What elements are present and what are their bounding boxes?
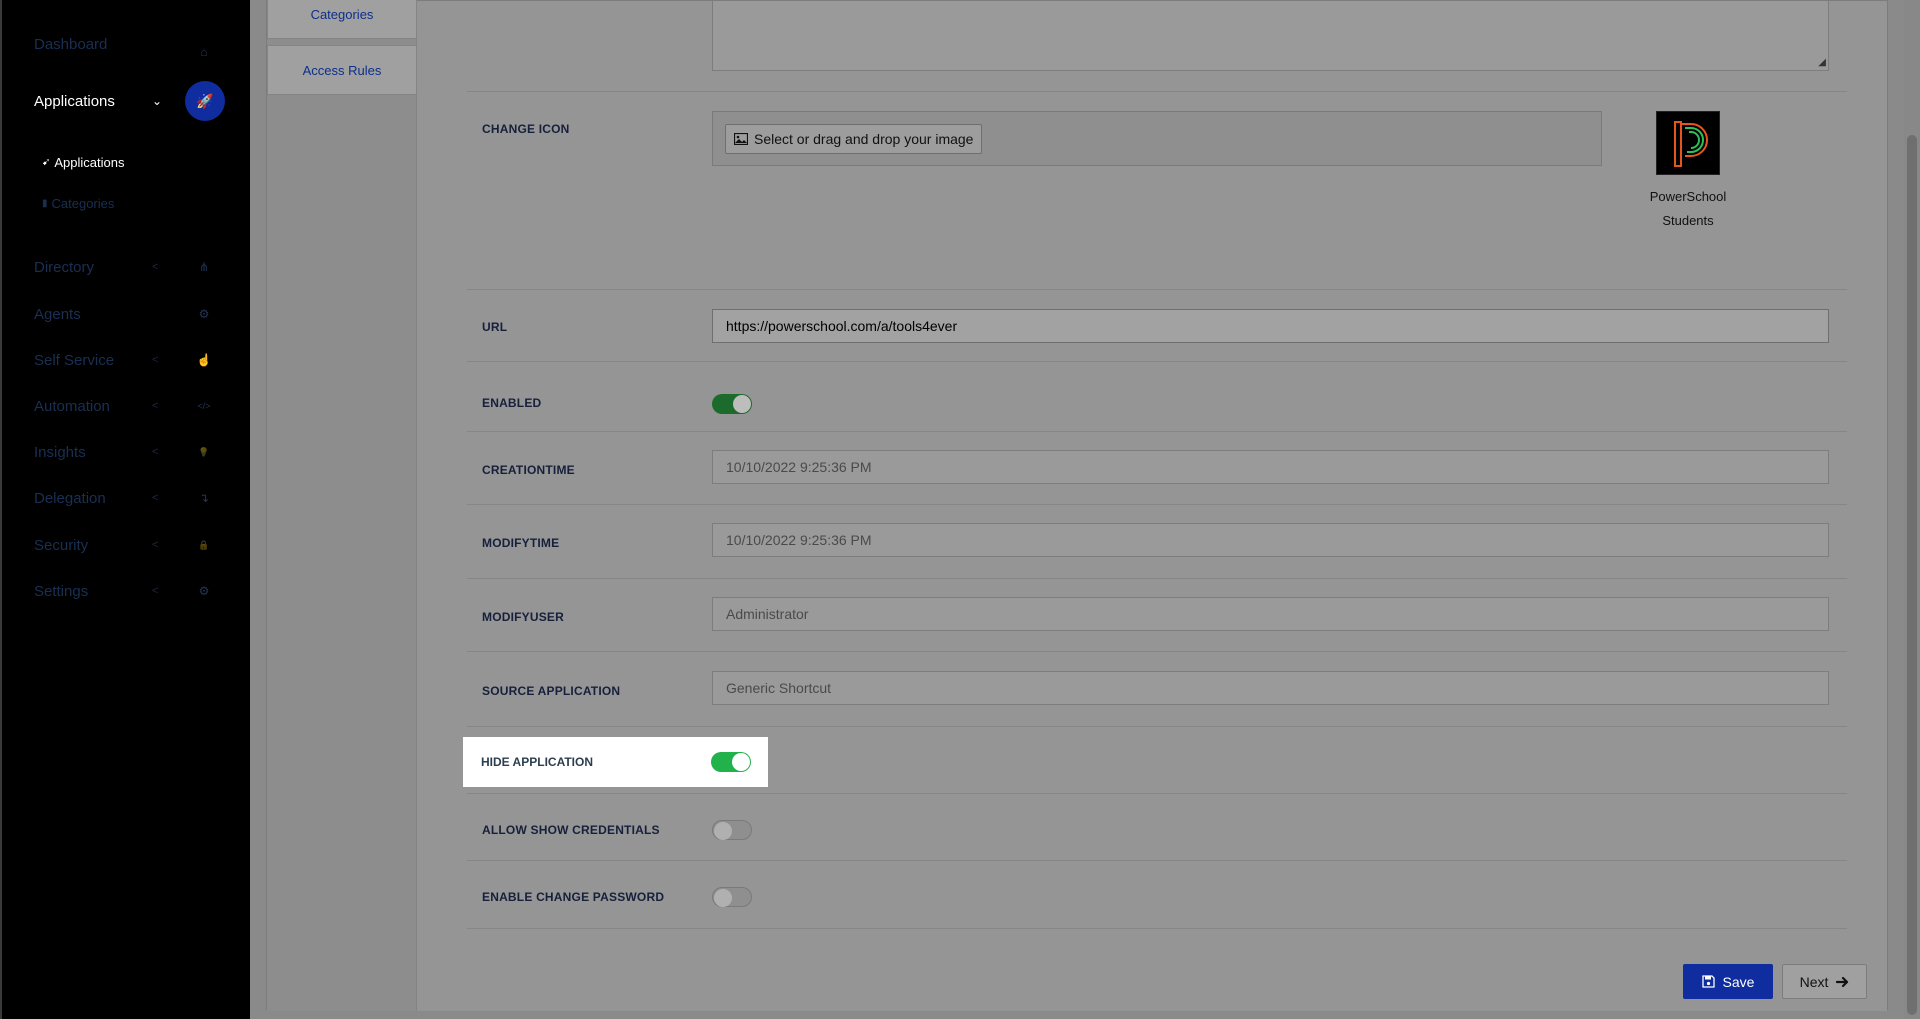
rocket-icon: 🚀 [185, 81, 225, 121]
sidebar-subitem-label: Applications [54, 155, 125, 170]
sidebar-item-settings[interactable]: Settings < ⚙ [2, 571, 252, 611]
bookmark-icon: ▮ [42, 198, 48, 209]
chevron-left-icon: < [152, 492, 159, 504]
hide-application-toggle[interactable] [711, 752, 751, 772]
rocket-icon: ➹ [42, 157, 51, 168]
sidebar-item-agents[interactable]: Agents ⚙ [2, 294, 252, 334]
app-icon-preview [1656, 111, 1720, 175]
code-icon: </> [197, 401, 211, 411]
modifytime-row: MODIFYTIME 10/10/2022 9:25:36 PM [467, 506, 1847, 579]
page-scrollbar[interactable] [1904, 0, 1920, 1019]
modifytime-field: 10/10/2022 9:25:36 PM [712, 523, 1829, 557]
url-input[interactable]: https://powerschool.com/a/tools4ever [712, 309, 1829, 343]
sidebar: Dashboard ⌂ Applications ⌄ 🚀 ➹ Applicati… [0, 0, 250, 1019]
sidebar-item-label: Directory [34, 258, 95, 276]
allow-show-credentials-toggle[interactable] [712, 820, 752, 840]
users-cog-icon: ⚙ [198, 307, 210, 321]
app-name-caption: PowerSchool Students [1649, 189, 1727, 228]
sidebar-item-security[interactable]: Security < 🔒 [2, 525, 252, 565]
tab-categories[interactable]: Categories [267, 0, 417, 39]
sidebar-item-label: Delegation [34, 489, 106, 507]
description-textarea[interactable]: ◢ [712, 1, 1829, 71]
sidebar-subitem-categories[interactable]: ▮ Categories [42, 196, 114, 211]
resize-grip-icon[interactable]: ◢ [1818, 57, 1826, 68]
modifytime-label: MODIFYTIME [482, 536, 560, 550]
level-down-icon: ↴ [198, 491, 210, 505]
hand-pointer-icon: ☝ [196, 353, 212, 367]
chevron-left-icon: < [152, 585, 159, 597]
powerschool-logo-icon [1674, 121, 1708, 167]
sidebar-item-label: Settings [34, 582, 89, 600]
icon-dropzone[interactable]: Select or drag and drop your image [712, 111, 1602, 166]
sidebar-item-label: Dashboard [34, 35, 108, 53]
form-tabs: Categories Access Rules [267, 0, 417, 1011]
change-icon-label: CHANGE ICON [482, 122, 570, 136]
url-label: URL [482, 320, 508, 334]
chevron-left-icon: < [152, 539, 159, 551]
sidebar-item-label: Automation [34, 397, 110, 415]
chevron-left-icon: < [152, 261, 159, 273]
save-button[interactable]: Save [1683, 964, 1773, 999]
sidebar-item-insights[interactable]: Insights < 💡 [2, 432, 252, 472]
enable-change-password-label: ENABLE CHANGE PASSWORD [482, 890, 665, 904]
creationtime-field: 10/10/2022 9:25:36 PM [712, 450, 1829, 484]
url-row: URL https://powerschool.com/a/tools4ever [467, 291, 1847, 362]
modifyuser-row: MODIFYUSER Administrator [467, 580, 1847, 652]
hide-application-label: HIDE APPLICATION [481, 755, 594, 769]
sidebar-item-label: Agents [34, 305, 81, 323]
source-application-row: SOURCE APPLICATION Generic Shortcut [467, 653, 1847, 727]
save-label: Save [1722, 973, 1755, 990]
chevron-left-icon: < [152, 400, 159, 412]
enable-change-password-toggle[interactable] [712, 887, 752, 907]
next-label: Next [1799, 973, 1829, 990]
select-image-label: Select or drag and drop your image [754, 131, 974, 147]
tab-access-rules[interactable]: Access Rules [267, 45, 417, 95]
form-divider [467, 91, 1847, 92]
save-icon [1701, 975, 1715, 988]
creationtime-label: CREATIONTIME [482, 463, 575, 477]
source-application-label: SOURCE APPLICATION [482, 684, 621, 698]
main-area: Categories Access Rules ◢ CHANGE ICON Se… [250, 0, 1920, 1019]
lightbulb-icon: 💡 [198, 446, 210, 457]
creationtime-row: CREATIONTIME 10/10/2022 9:25:36 PM [467, 433, 1847, 505]
next-button[interactable]: Next [1782, 964, 1867, 999]
chevron-left-icon: < [152, 446, 159, 458]
form-content: ◢ CHANGE ICON Select or drag and drop yo… [417, 1, 1887, 1011]
arrow-right-icon [1836, 976, 1849, 987]
sidebar-item-delegation[interactable]: Delegation < ↴ [2, 478, 252, 518]
chevron-down-icon: ⌄ [152, 94, 163, 108]
modifyuser-label: MODIFYUSER [482, 610, 565, 624]
image-icon [734, 133, 748, 145]
sidebar-item-automation[interactable]: Automation < </> [2, 386, 252, 426]
change-icon-row: CHANGE ICON Select or drag and drop your… [467, 111, 1847, 290]
enable-change-password-row: ENABLE CHANGE PASSWORD [467, 862, 1847, 929]
sidebar-item-dashboard[interactable]: Dashboard ⌂ [2, 24, 252, 64]
sidebar-item-directory[interactable]: Directory < ⋔ [2, 247, 252, 287]
enabled-label: ENABLED [482, 396, 542, 410]
modifyuser-field: Administrator [712, 597, 1829, 631]
sidebar-subitem-applications[interactable]: ➹ Applications [42, 155, 125, 170]
source-application-field: Generic Shortcut [712, 671, 1829, 705]
scrollbar-thumb[interactable] [1907, 135, 1917, 1015]
select-image-button[interactable]: Select or drag and drop your image [725, 124, 983, 154]
sidebar-item-label: Insights [34, 443, 86, 461]
allow-show-credentials-label: ALLOW SHOW CREDENTIALS [482, 823, 660, 837]
sidebar-item-label: Self Service [34, 351, 115, 369]
lock-icon: 🔒 [198, 539, 210, 550]
application-form-card: Categories Access Rules ◢ CHANGE ICON Se… [266, 0, 1888, 1011]
enabled-toggle[interactable] [712, 394, 752, 414]
sidebar-subitem-label: Categories [51, 196, 115, 211]
sidebar-item-label: Applications [34, 92, 115, 110]
sidebar-item-label: Security [34, 536, 89, 554]
enabled-row: ENABLED [467, 363, 1847, 432]
sidebar-item-applications[interactable]: Applications ⌄ 🚀 [2, 81, 252, 121]
sidebar-item-self-service[interactable]: Self Service < ☝ [2, 340, 252, 380]
sitemap-icon: ⋔ [198, 260, 210, 274]
hide-application-highlight: HIDE APPLICATION [463, 737, 768, 787]
gear-icon: ⚙ [198, 584, 210, 598]
allow-show-credentials-row: ALLOW SHOW CREDENTIALS [467, 795, 1847, 861]
home-icon: ⌂ [200, 45, 208, 59]
chevron-left-icon: < [152, 354, 159, 366]
